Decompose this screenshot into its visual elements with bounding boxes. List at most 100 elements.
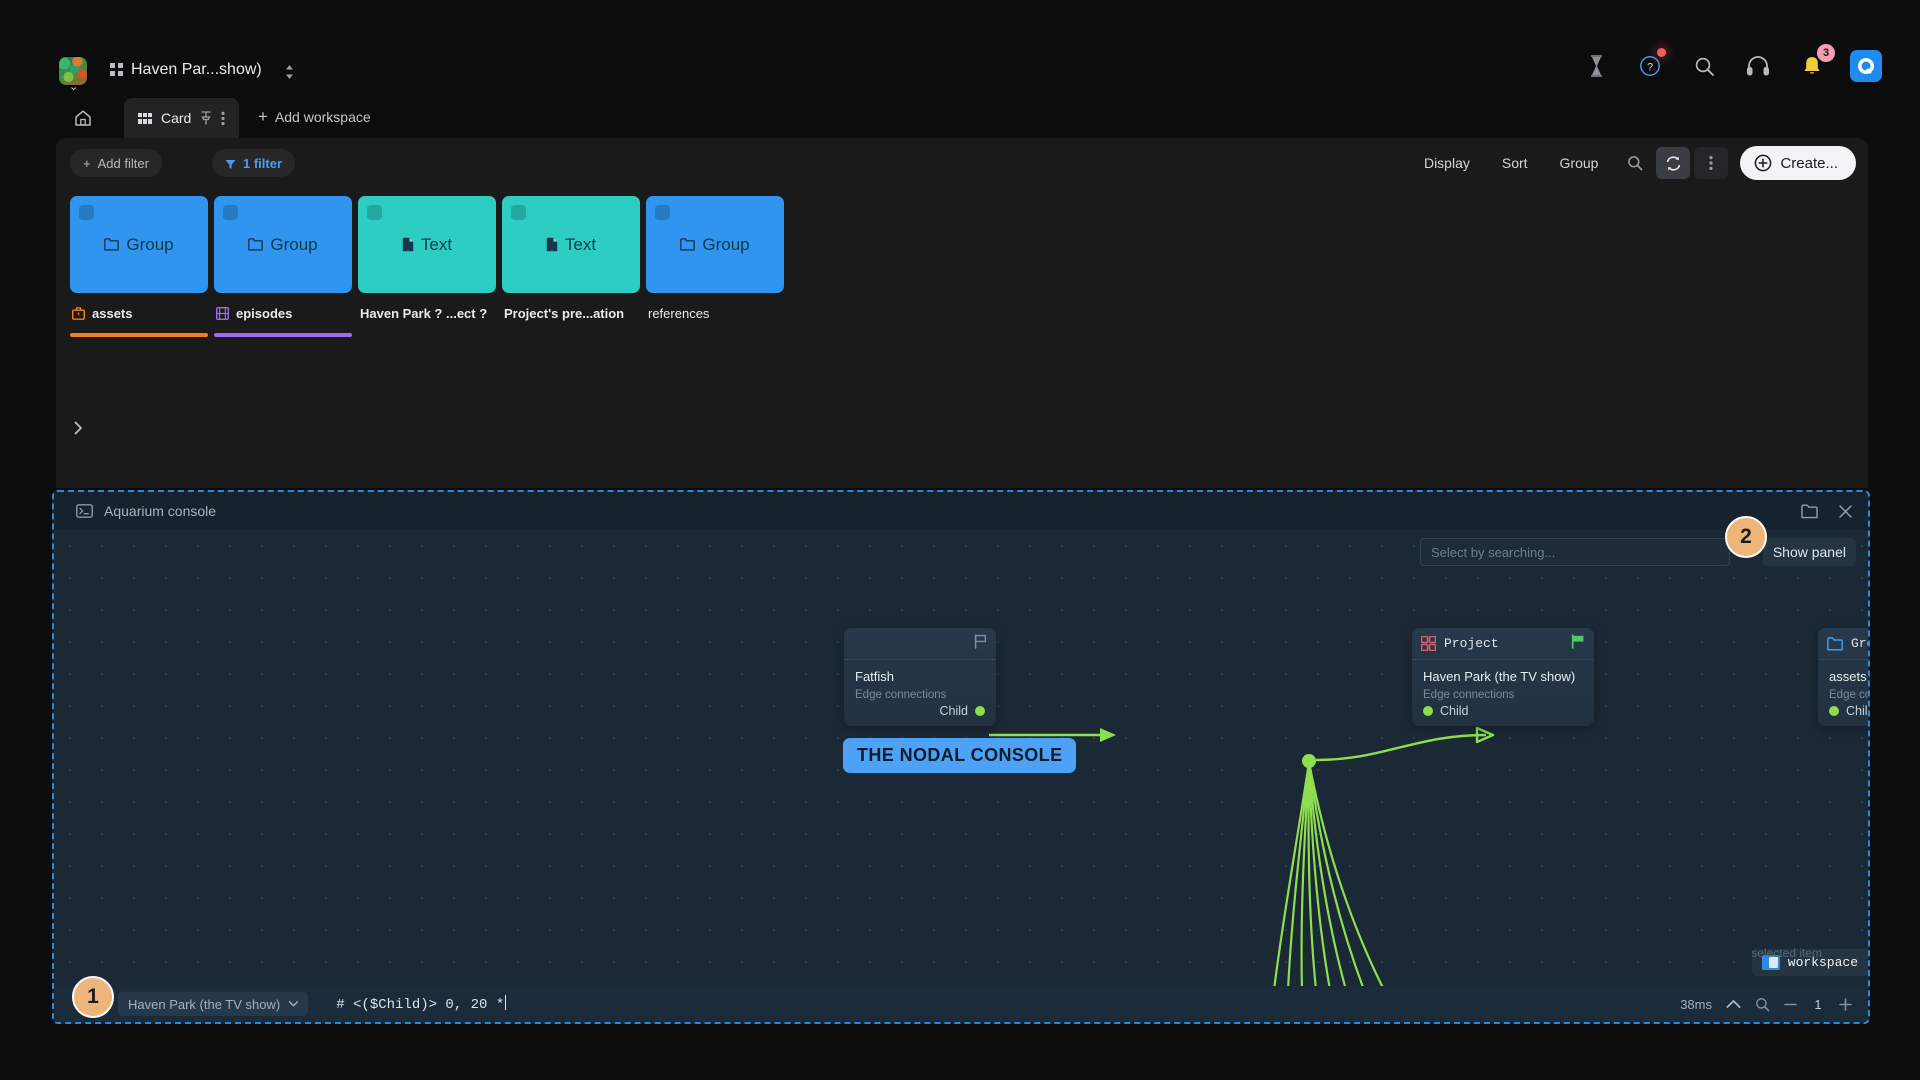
tab-strip: Card + Add workspace bbox=[0, 98, 1920, 140]
add-workspace-button[interactable]: + Add workspace bbox=[258, 108, 371, 125]
chevron-down-icon[interactable]: ⌄ bbox=[69, 82, 78, 93]
briefcase-icon bbox=[72, 306, 85, 320]
group-button[interactable]: Group bbox=[1544, 147, 1615, 179]
plus-icon: + bbox=[83, 155, 91, 171]
card-item[interactable]: Group assets bbox=[70, 196, 208, 337]
card-title-row: Project's pre...ation bbox=[502, 293, 640, 333]
notifications-icon[interactable]: 3 bbox=[1796, 44, 1835, 82]
node-input-port[interactable]: Child bbox=[1412, 703, 1594, 718]
card-select-checkbox[interactable] bbox=[79, 205, 94, 220]
folder-icon bbox=[248, 238, 264, 251]
port-label: Child bbox=[939, 704, 969, 718]
node-header: Project bbox=[1412, 628, 1594, 660]
card-select-checkbox[interactable] bbox=[367, 205, 382, 220]
create-button[interactable]: Create... bbox=[1740, 146, 1856, 180]
card-select-checkbox[interactable] bbox=[223, 205, 238, 220]
node-subtitle: Edge connections bbox=[1829, 689, 1870, 701]
card-thumbnail[interactable]: Text bbox=[358, 196, 496, 293]
tab-more-icon[interactable] bbox=[221, 111, 225, 126]
card-grid: Group assets Group episodes Text Haven P… bbox=[70, 196, 784, 337]
card-type-label: Group bbox=[104, 235, 174, 255]
node-header: Group bbox=[1818, 628, 1868, 660]
execution-time: 38ms bbox=[1680, 996, 1712, 1012]
workspace-title-text: Haven Par...show) bbox=[131, 61, 262, 78]
node-fatfish[interactable]: Fatfish Edge connections Child bbox=[844, 628, 996, 726]
node-search-input[interactable]: Select by searching... bbox=[1420, 538, 1730, 566]
pin-icon[interactable] bbox=[200, 111, 212, 125]
node-project[interactable]: Project Haven Park (the TV show) Edge co… bbox=[1412, 628, 1594, 726]
popout-icon[interactable] bbox=[1798, 500, 1820, 522]
workspace-switcher-icon[interactable] bbox=[280, 62, 298, 84]
card-type-label: Text bbox=[402, 235, 452, 255]
workspace-logo[interactable]: ⌄ bbox=[58, 56, 92, 93]
funnel-icon bbox=[225, 158, 236, 169]
close-icon[interactable] bbox=[1834, 500, 1856, 522]
grid-icon bbox=[110, 63, 123, 76]
node-input-port[interactable]: Child bbox=[1818, 703, 1868, 718]
card-type-label: Group bbox=[680, 235, 750, 255]
zoom-level: 1 bbox=[1814, 996, 1822, 1012]
hourglass-icon[interactable] bbox=[1580, 50, 1612, 82]
home-tab-button[interactable] bbox=[62, 98, 104, 138]
card-item[interactable]: Group references bbox=[646, 196, 784, 337]
card-select-checkbox[interactable] bbox=[511, 205, 526, 220]
card-item[interactable]: Text Project's pre...ation bbox=[502, 196, 640, 337]
more-options-icon[interactable] bbox=[1694, 147, 1729, 179]
add-filter-button[interactable]: + Add filter bbox=[70, 149, 162, 177]
search-icon[interactable] bbox=[1618, 147, 1652, 179]
console-command-bar: Haven Park (the TV show) # <($Child)> 0,… bbox=[54, 986, 1868, 1022]
file-icon bbox=[402, 237, 414, 252]
card-type-label: Group bbox=[248, 235, 318, 255]
node-header-label: Project bbox=[1444, 636, 1499, 651]
node-subtitle: Edge connections bbox=[855, 689, 947, 701]
card-title: Haven Park ? ...ect ? bbox=[360, 305, 488, 321]
active-filter-chip[interactable]: 1 filter bbox=[212, 149, 296, 177]
zoom-search-icon[interactable] bbox=[1755, 997, 1770, 1012]
help-notification-dot bbox=[1657, 48, 1666, 57]
svg-text:?: ? bbox=[1647, 61, 1653, 73]
card-color-bar bbox=[646, 333, 784, 337]
card-item[interactable]: Text Haven Park ? ...ect ? bbox=[358, 196, 496, 337]
show-panel-button[interactable]: Show panel bbox=[1762, 538, 1856, 566]
command-context-label: Haven Park (the TV show) bbox=[128, 996, 281, 1012]
zoom-in-button[interactable] bbox=[1839, 997, 1852, 1011]
port-dot-icon bbox=[1423, 706, 1433, 716]
card-title: references bbox=[648, 305, 710, 321]
refresh-icon[interactable] bbox=[1656, 147, 1691, 179]
port-dot-icon bbox=[975, 706, 985, 716]
app-icon[interactable] bbox=[1850, 50, 1882, 82]
display-button[interactable]: Display bbox=[1408, 147, 1486, 179]
collapse-up-icon[interactable] bbox=[1726, 999, 1741, 1009]
card-thumbnail[interactable]: Group bbox=[214, 196, 352, 293]
node-name: assets bbox=[1829, 669, 1867, 684]
workspace-title[interactable]: Haven Par...show) bbox=[110, 61, 262, 79]
card-thumbnail[interactable]: Text bbox=[502, 196, 640, 293]
card-select-checkbox[interactable] bbox=[655, 205, 670, 220]
console-header-buttons bbox=[1798, 500, 1856, 522]
card-title-row: assets bbox=[70, 293, 208, 333]
help-icon[interactable]: ? bbox=[1634, 48, 1666, 82]
file-icon bbox=[546, 237, 558, 252]
command-input[interactable]: # <($Child)> 0, 20 * bbox=[336, 995, 507, 1013]
node-output-port[interactable]: Child bbox=[844, 703, 996, 718]
sort-button[interactable]: Sort bbox=[1486, 147, 1544, 179]
chevron-down-icon bbox=[289, 1001, 299, 1007]
card-thumbnail[interactable]: Group bbox=[646, 196, 784, 293]
port-label: Child bbox=[1846, 704, 1868, 718]
folder-icon bbox=[680, 238, 696, 251]
card-item[interactable]: Group episodes bbox=[214, 196, 352, 337]
expand-section-button[interactable] bbox=[56, 406, 100, 450]
flag-green-icon[interactable] bbox=[1571, 634, 1585, 653]
card-title: Project's pre...ation bbox=[504, 305, 625, 321]
command-context-selector[interactable]: Haven Park (the TV show) bbox=[118, 992, 309, 1016]
headphones-icon[interactable] bbox=[1742, 50, 1774, 82]
search-icon[interactable] bbox=[1688, 50, 1720, 82]
card-title: assets bbox=[92, 305, 133, 321]
tab-card[interactable]: Card bbox=[124, 98, 240, 138]
zoom-out-button[interactable] bbox=[1784, 1003, 1797, 1006]
content-panel: + Add filter 1 filter Display Sort Group bbox=[56, 138, 1868, 488]
node-group-assets[interactable]: Group assets Edge connections Child bbox=[1818, 628, 1870, 726]
flag-outline-icon[interactable] bbox=[974, 634, 987, 653]
node-header bbox=[844, 628, 996, 660]
card-thumbnail[interactable]: Group bbox=[70, 196, 208, 293]
